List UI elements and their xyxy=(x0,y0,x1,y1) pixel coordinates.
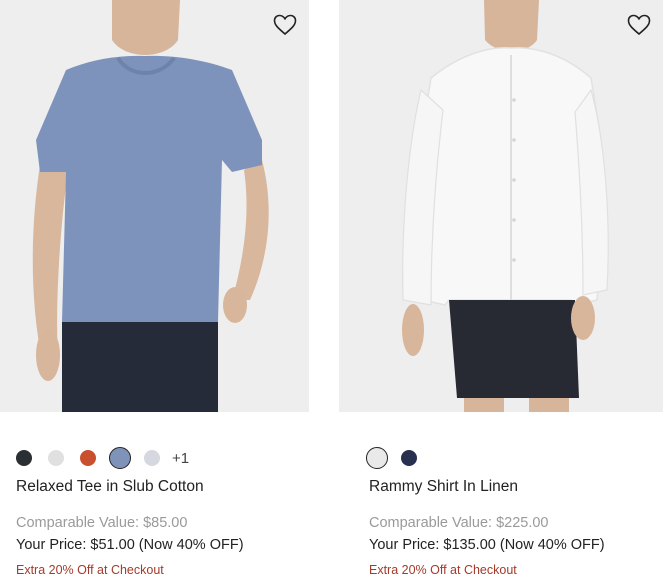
product-title[interactable]: Rammy Shirt In Linen xyxy=(369,478,518,496)
product-card-relaxed-tee[interactable]: +1 Relaxed Tee in Slub Cotton Comparable… xyxy=(0,0,309,577)
swatch-blue-selected[interactable] xyxy=(109,447,131,469)
swatch-dark-charcoal[interactable] xyxy=(16,450,32,466)
swatch-navy[interactable] xyxy=(401,450,417,466)
your-price: Your Price: $51.00 (Now 40% OFF) xyxy=(16,537,244,553)
heart-outline-icon[interactable] xyxy=(627,14,651,36)
heart-outline-icon[interactable] xyxy=(273,14,297,36)
product-image[interactable] xyxy=(339,0,663,412)
product-photo-shirt xyxy=(339,0,663,412)
color-swatches: +1 xyxy=(16,447,189,469)
product-photo-tee xyxy=(0,0,309,412)
swatch-white-selected[interactable] xyxy=(366,447,388,469)
comparable-value: Comparable Value: $85.00 xyxy=(16,515,188,531)
promo-text: Extra 20% Off at Checkout xyxy=(369,563,517,577)
your-price: Your Price: $135.00 (Now 40% OFF) xyxy=(369,537,605,553)
promo-text: Extra 20% Off at Checkout xyxy=(16,563,164,577)
product-card-rammy-shirt[interactable]: Rammy Shirt In Linen Comparable Value: $… xyxy=(339,0,663,577)
comparable-value: Comparable Value: $225.00 xyxy=(369,515,549,531)
swatch-light-gray[interactable] xyxy=(48,450,64,466)
color-swatches xyxy=(366,447,433,469)
product-image[interactable] xyxy=(0,0,309,412)
swatch-pale-lavender[interactable] xyxy=(144,450,160,466)
swatch-rust[interactable] xyxy=(80,450,96,466)
more-colors-count[interactable]: +1 xyxy=(172,450,189,467)
product-title[interactable]: Relaxed Tee in Slub Cotton xyxy=(16,478,204,496)
